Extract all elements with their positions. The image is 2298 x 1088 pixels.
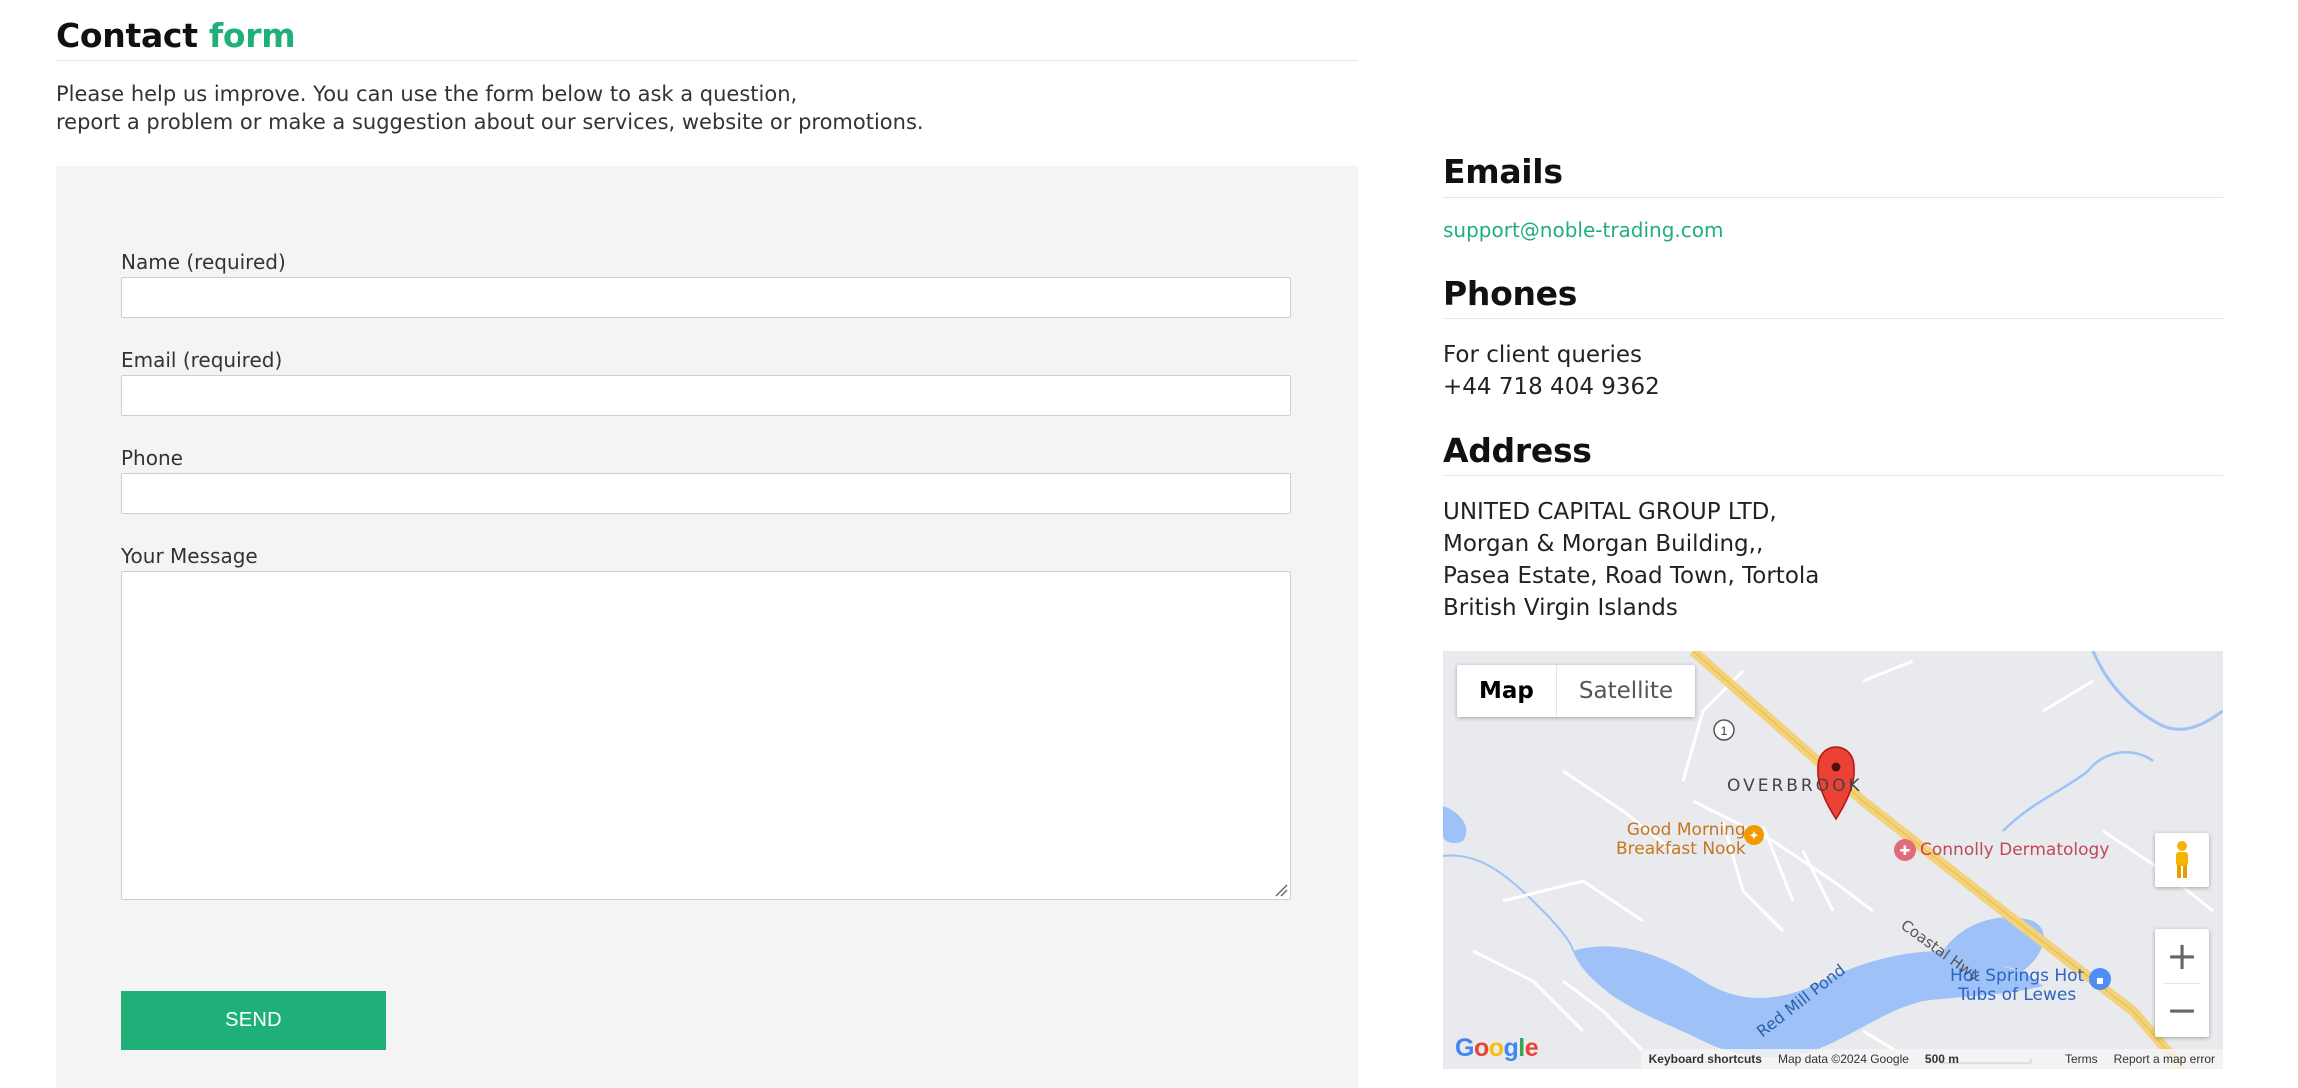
route-shield-number: 1 [1721, 724, 1728, 738]
fork-knife-glyph: ✦ [1749, 829, 1760, 844]
map-label-breakfast-2: Breakfast Nook [1616, 839, 1746, 859]
address-line-2: Morgan & Morgan Building,, [1443, 531, 1764, 557]
report-map-error-link[interactable]: Report a map error [2114, 1052, 2215, 1066]
address-line-1: UNITED CAPITAL GROUP LTD, [1443, 499, 1777, 525]
medical-glyph: ✚ [1900, 844, 1911, 859]
title-divider [56, 60, 1358, 61]
map-type-control: Map Satellite [1457, 665, 1696, 717]
map-label-springs-1: Hot Springs Hot [1950, 966, 2085, 986]
intro-line-1: Please help us improve. You can use the … [56, 82, 798, 106]
map-scale-label[interactable]: 500 m [1925, 1052, 2049, 1066]
support-email-link[interactable]: support@noble-trading.com [1443, 218, 1724, 242]
zoom-control: + − [2155, 929, 2209, 1037]
map-label-breakfast[interactable]: Good Morning Breakfast Nook [1616, 821, 1746, 859]
map-data-credit: Map data ©2024 Google [1777, 1052, 1909, 1066]
page-title-accent: form [208, 16, 296, 55]
map-attribution-bar: Keyboard shortcuts Map data ©2024 Google… [1640, 1049, 2223, 1069]
address-heading: Address [1443, 431, 1592, 470]
contact-form-panel: Name (required) Email (required) Phone Y… [56, 166, 1358, 1088]
address-divider [1443, 475, 2223, 476]
zoom-out-button[interactable]: − [2155, 983, 2209, 1037]
creek-shape [1443, 806, 1467, 844]
name-input[interactable] [121, 277, 1291, 318]
intro-line-2: report a problem or make a suggestion ab… [56, 110, 924, 134]
terms-link[interactable]: Terms [2065, 1052, 2098, 1066]
message-textarea[interactable] [121, 571, 1291, 900]
stream-line [2091, 651, 2223, 731]
phone-caption: For client queries [1443, 342, 1643, 368]
address-block: UNITED CAPITAL GROUP LTD, Morgan & Morga… [1443, 496, 1819, 624]
emails-divider [1443, 197, 2223, 198]
google-logo[interactable]: Google [1455, 1034, 1539, 1063]
phone-label: Phone [121, 446, 183, 470]
email-input[interactable] [121, 375, 1291, 416]
phone-input[interactable] [121, 473, 1291, 514]
stream-line-2 [2002, 751, 2154, 832]
resize-grip-icon[interactable] [1274, 883, 1288, 897]
pegman-figure-icon [2176, 841, 2188, 878]
intro-text: Please help us improve. You can use the … [56, 80, 924, 136]
map-type-map-button[interactable]: Map [1457, 665, 1556, 717]
page-title: Contact form [56, 16, 296, 55]
street-view-pegman-icon[interactable] [2155, 833, 2209, 887]
message-label: Your Message [121, 544, 258, 568]
location-map[interactable]: 1 ✦ ✚ ▪ OVERBROOK Good Morning Breakfast… [1443, 651, 2223, 1069]
stream-line-3 [1443, 854, 1574, 952]
map-type-satellite-button[interactable]: Satellite [1555, 665, 1695, 717]
zoom-divider [2163, 983, 2201, 984]
address-line-4: British Virgin Islands [1443, 595, 1678, 621]
map-label-overbrook: OVERBROOK [1727, 776, 1863, 796]
location-marker-dot [1831, 762, 1841, 772]
zoom-in-button[interactable]: + [2155, 929, 2209, 983]
map-label-springs-2: Tubs of Lewes [1957, 985, 2077, 1005]
email-label: Email (required) [121, 348, 283, 372]
map-label-breakfast-1: Good Morning [1626, 820, 1746, 840]
phone-block: For client queries +44 718 404 9362 [1443, 339, 1660, 403]
map-label-dermatology[interactable]: Connolly Dermatology [1920, 840, 2109, 860]
address-line-3: Pasea Estate, Road Town, Tortola [1443, 563, 1820, 589]
page-title-main: Contact [56, 16, 198, 55]
shop-glyph: ▪ [2096, 973, 2104, 987]
emails-heading: Emails [1443, 152, 1563, 191]
name-label: Name (required) [121, 250, 286, 274]
phones-heading: Phones [1443, 274, 1578, 313]
phones-divider [1443, 318, 2223, 319]
map-label-hot-springs[interactable]: Hot Springs Hot Tubs of Lewes [1950, 967, 2084, 1005]
keyboard-shortcuts-link[interactable]: Keyboard shortcuts [1649, 1052, 1762, 1066]
send-button[interactable]: SEND [121, 991, 386, 1050]
phone-number: +44 718 404 9362 [1443, 374, 1660, 400]
